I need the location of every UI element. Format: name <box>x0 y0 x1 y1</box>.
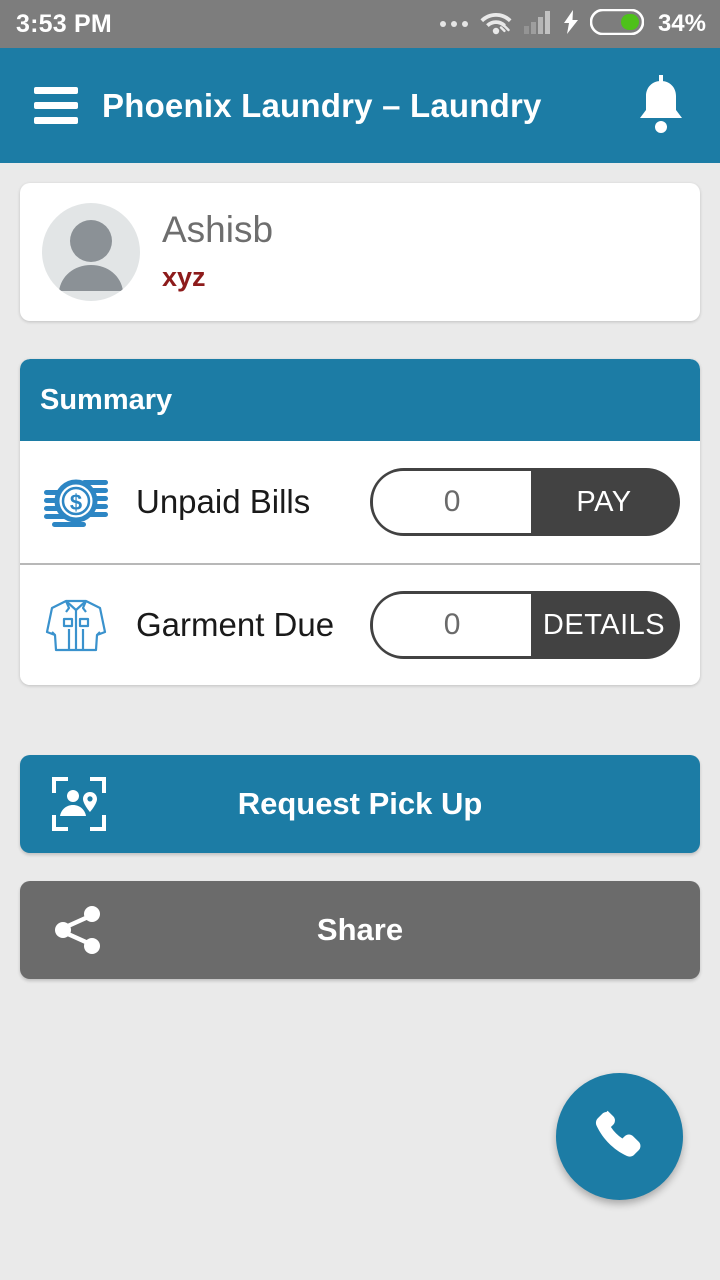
app-bar: Phoenix Laundry – Laundry <box>0 48 720 163</box>
profile-subtitle: xyz <box>162 261 206 292</box>
summary-card: Summary $ Unpaid Bills 0 PAY Garment Due… <box>20 359 700 685</box>
share-label: Share <box>316 912 404 947</box>
wifi-icon <box>479 9 513 40</box>
more-dots-icon <box>439 21 468 27</box>
summary-header: Summary <box>20 359 700 441</box>
summary-header-title: Summary <box>40 383 173 416</box>
signal-bars-icon <box>523 10 552 39</box>
jacket-garment-icon <box>38 587 114 663</box>
request-pickup-button[interactable]: Request Pick Up <box>20 755 700 853</box>
garment-due-value: 0 <box>373 594 532 656</box>
status-bar-icons: 34% <box>439 8 706 40</box>
battery-percent-label: 34% <box>657 10 706 37</box>
hamburger-menu-icon[interactable] <box>34 87 78 124</box>
profile-name: Ashisb <box>162 209 274 251</box>
details-button[interactable]: DETAILS <box>531 594 677 656</box>
summary-row-label: Unpaid Bills <box>136 483 311 520</box>
svg-text:$: $ <box>70 490 82 515</box>
main-content: Ashisb xyz Summary $ Unpaid Bills 0 PAY … <box>0 183 720 979</box>
charging-bolt-icon <box>563 9 579 39</box>
avatar <box>42 203 140 301</box>
app-screen: 3:53 PM 34% Phoenix Laundry – Laundry As… <box>0 0 720 1280</box>
request-pickup-label: Request Pick Up <box>237 786 483 821</box>
pickup-location-scan-icon <box>46 771 112 837</box>
coins-money-icon: $ <box>38 464 114 540</box>
share-nodes-icon <box>46 897 112 963</box>
phone-call-icon <box>595 1110 640 1157</box>
share-button[interactable]: Share <box>20 881 700 979</box>
profile-text: Ashisb xyz <box>162 209 274 293</box>
pay-button[interactable]: PAY <box>531 471 677 533</box>
bell-icon[interactable] <box>628 73 694 139</box>
status-bar-clock: 3:53 PM <box>16 9 112 38</box>
summary-row-label: Garment Due <box>136 606 335 643</box>
profile-card[interactable]: Ashisb xyz <box>20 183 700 321</box>
status-bar: 3:53 PM 34% <box>0 0 720 48</box>
summary-row-unpaid-bills: $ Unpaid Bills 0 PAY <box>20 441 700 563</box>
unpaid-bills-pay-control[interactable]: 0 PAY <box>370 468 680 536</box>
battery-icon <box>589 8 645 40</box>
garment-due-details-control[interactable]: 0 DETAILS <box>370 591 680 659</box>
page-title: Phoenix Laundry – Laundry <box>102 86 542 124</box>
summary-row-garment-due: Garment Due 0 DETAILS <box>20 563 700 685</box>
unpaid-bills-value: 0 <box>373 471 532 533</box>
user-avatar-placeholder-icon <box>59 220 123 291</box>
call-fab-button[interactable] <box>556 1073 683 1200</box>
